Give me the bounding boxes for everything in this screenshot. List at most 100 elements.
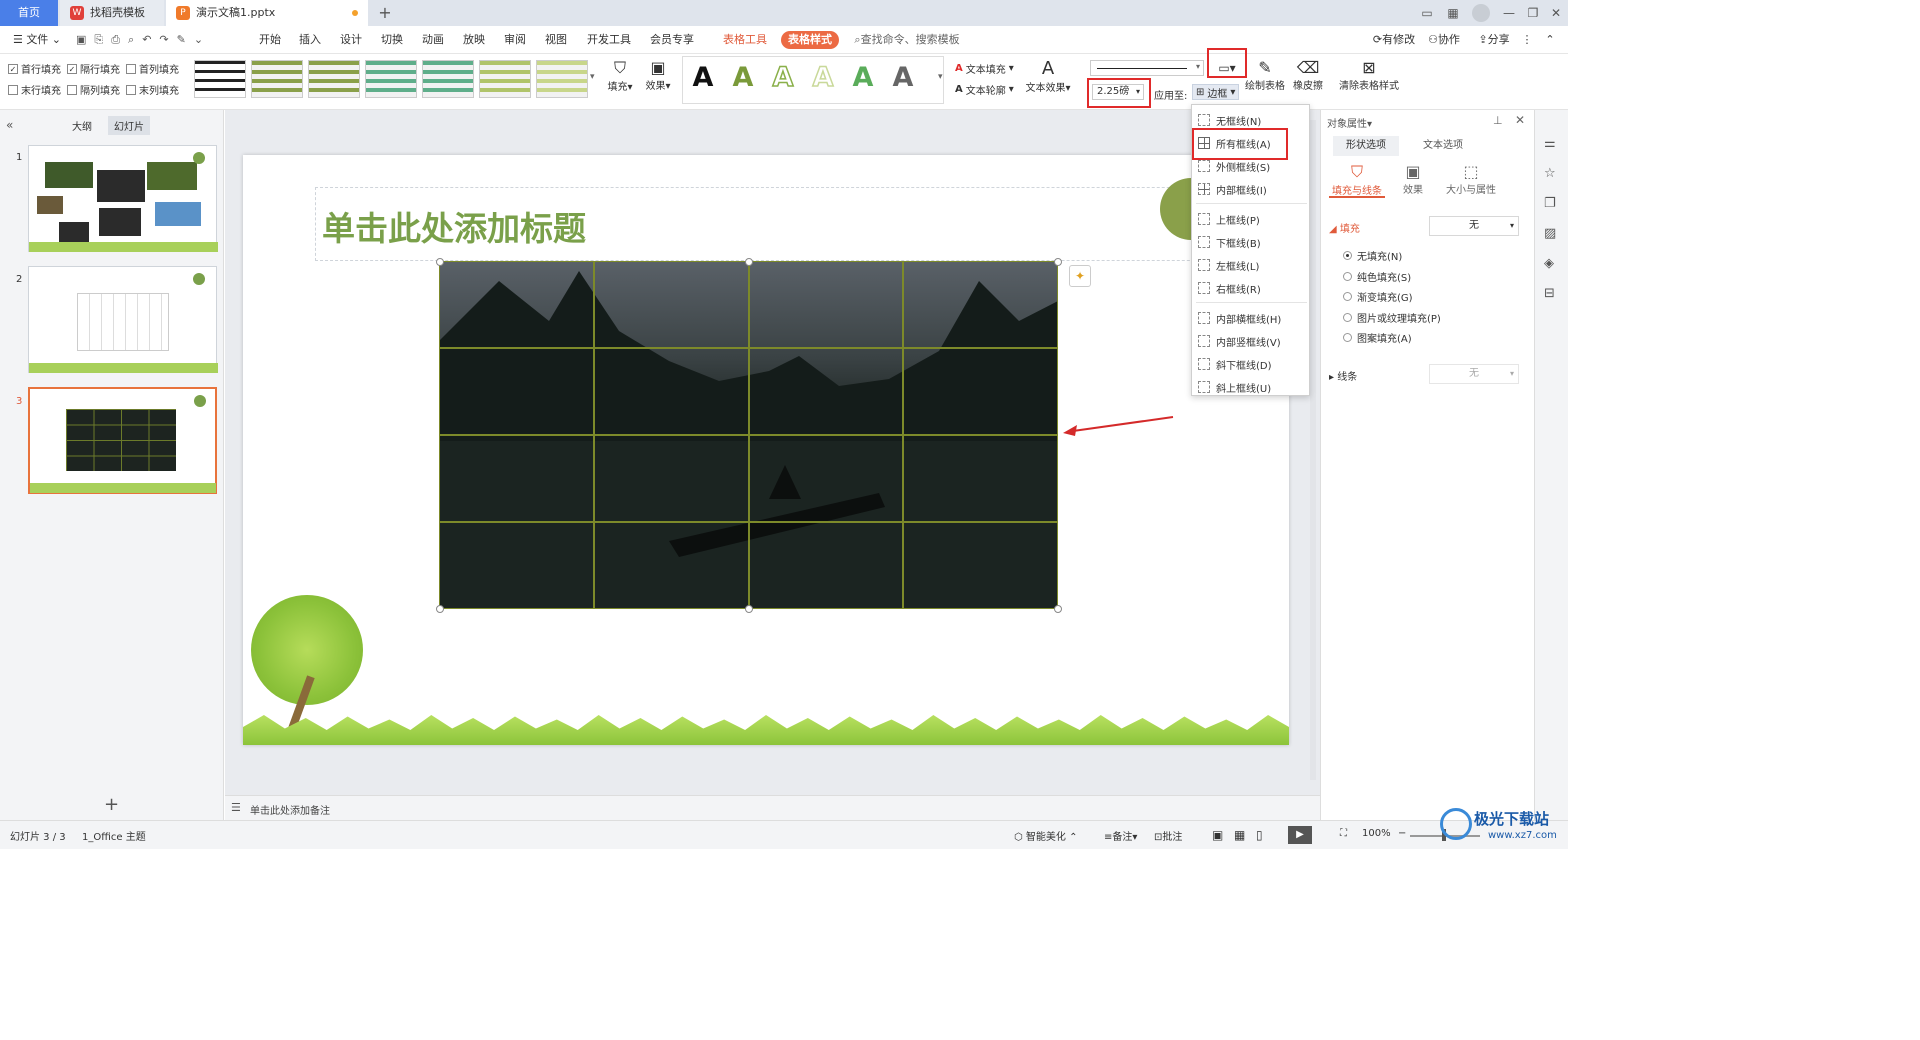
lightbulb-icon[interactable]: ✦ bbox=[1069, 265, 1091, 287]
slide-thumbnail-3[interactable] bbox=[28, 387, 217, 494]
redo-icon[interactable]: ↷ bbox=[159, 33, 168, 47]
star-icon[interactable]: ☆ bbox=[1544, 166, 1556, 181]
table-style-swatch[interactable] bbox=[536, 60, 588, 98]
modified-button[interactable]: ⟳有修改 bbox=[1366, 26, 1422, 54]
table-cell[interactable] bbox=[593, 261, 749, 348]
menu-start[interactable]: 开始 bbox=[252, 26, 288, 54]
add-slide-icon[interactable]: + bbox=[104, 794, 119, 815]
resize-handle[interactable] bbox=[745, 258, 753, 266]
effect-button[interactable]: ▣ 效果▾ bbox=[644, 58, 672, 92]
text-effect-button[interactable]: A 文本效果▾ bbox=[1024, 58, 1072, 94]
restore-icon[interactable]: ❐ bbox=[1524, 4, 1542, 22]
table-style-swatch[interactable] bbox=[479, 60, 531, 98]
table-cell[interactable] bbox=[748, 435, 904, 522]
panel-header[interactable]: 对象属性▾ bbox=[1327, 115, 1372, 130]
tab-document[interactable]: P 演示文稿1.pptx bbox=[166, 0, 368, 26]
checkbox-total-row[interactable]: 末行填充 bbox=[8, 82, 61, 97]
preview-icon[interactable]: ⌕ bbox=[128, 33, 134, 47]
book-icon[interactable]: ⊟ bbox=[1544, 286, 1555, 301]
wordart-style[interactable]: A bbox=[806, 60, 840, 96]
table-cell[interactable] bbox=[439, 522, 594, 609]
layout-icon[interactable]: ▭ bbox=[1418, 4, 1436, 22]
normal-view-icon[interactable]: ▣ bbox=[1212, 828, 1223, 842]
collab-button[interactable]: ⚇协作 bbox=[1424, 26, 1464, 54]
border-menu-item[interactable]: 内部竖框线(V) bbox=[1198, 330, 1306, 352]
border-menu-item[interactable]: 斜上框线(U) bbox=[1198, 376, 1306, 398]
table-cell[interactable] bbox=[593, 522, 749, 609]
table-cell[interactable] bbox=[903, 348, 1058, 435]
new-tab-icon[interactable]: + bbox=[376, 4, 394, 22]
pen-style-select[interactable]: ▾ bbox=[1090, 60, 1204, 76]
collapse-ribbon-icon[interactable]: ⌃ bbox=[1542, 26, 1558, 54]
table-style-swatch[interactable] bbox=[194, 60, 246, 98]
table-cell[interactable] bbox=[748, 261, 904, 348]
resize-handle[interactable] bbox=[436, 605, 444, 613]
location-icon[interactable]: ◈ bbox=[1544, 256, 1554, 271]
checkbox-first-column[interactable]: 首列填充 bbox=[126, 61, 179, 76]
resize-handle[interactable] bbox=[436, 258, 444, 266]
gallery-more-icon[interactable]: ▾ bbox=[590, 72, 595, 82]
fit-window-icon[interactable]: ⛶ bbox=[1340, 828, 1347, 839]
resize-handle[interactable] bbox=[745, 605, 753, 613]
wordart-style[interactable]: A bbox=[686, 60, 720, 96]
draw-table-button[interactable]: ✎ 绘制表格 bbox=[1244, 58, 1286, 92]
wordart-style[interactable]: A bbox=[766, 60, 800, 96]
border-menu-item[interactable]: 上框线(P) bbox=[1198, 208, 1306, 230]
border-menu-item[interactable]: 斜下框线(D) bbox=[1198, 353, 1306, 375]
fill-button[interactable]: ⛉ 填充▾ bbox=[606, 58, 634, 93]
fill-option-radio[interactable]: 图片或纹理填充(P) bbox=[1343, 310, 1441, 325]
table-cell[interactable] bbox=[593, 348, 749, 435]
border-menu-item[interactable]: 内部横框线(H) bbox=[1198, 307, 1306, 329]
zoom-out-icon[interactable]: − bbox=[1398, 828, 1406, 839]
subtab-fill-line[interactable]: ⛉ 填充与线条 bbox=[1329, 162, 1385, 197]
image-icon[interactable]: ▨ bbox=[1544, 226, 1556, 241]
smart-beautify-button[interactable]: ⬡ 智能美化 ⌃ bbox=[1014, 828, 1077, 843]
menu-review[interactable]: 审阅 bbox=[497, 26, 533, 54]
file-menu[interactable]: ☰ 文件 ⌄ bbox=[10, 26, 64, 54]
wordart-style[interactable]: A bbox=[726, 60, 760, 96]
title-placeholder[interactable]: 单击此处添加标题 bbox=[315, 187, 1285, 261]
comments-button[interactable]: ⊡批注 bbox=[1154, 828, 1182, 843]
eraser-button[interactable]: ⌫ 橡皮擦 bbox=[1290, 58, 1326, 92]
notes-bar[interactable]: ☰ 单击此处添加备注 bbox=[225, 795, 1320, 820]
border-menu-item[interactable]: 下框线(B) bbox=[1198, 231, 1306, 253]
sorter-view-icon[interactable]: ▦ bbox=[1234, 828, 1245, 842]
play-icon[interactable]: ▶ bbox=[1288, 826, 1312, 844]
resize-handle[interactable] bbox=[1054, 605, 1062, 613]
save-icon[interactable]: ▣ bbox=[76, 33, 86, 47]
undo-icon[interactable]: ↶ bbox=[142, 33, 151, 47]
checkbox-last-column[interactable]: 末列填充 bbox=[126, 82, 179, 97]
table-cell[interactable] bbox=[748, 522, 904, 609]
menu-design[interactable]: 设计 bbox=[333, 26, 369, 54]
subtab-size[interactable]: ⬚ 大小与属性 bbox=[1441, 162, 1501, 196]
fill-option-radio[interactable]: 纯色填充(S) bbox=[1343, 269, 1411, 284]
table-cell[interactable] bbox=[748, 348, 904, 435]
table-style-swatch[interactable] bbox=[422, 60, 474, 98]
line-section-header[interactable]: ▸ 线条 bbox=[1329, 368, 1357, 383]
table-cell[interactable] bbox=[439, 261, 594, 348]
apps-grid-icon[interactable]: ▦ bbox=[1444, 4, 1462, 22]
copy-icon[interactable]: ❐ bbox=[1544, 196, 1556, 211]
export-icon[interactable]: ⎘ bbox=[94, 33, 103, 47]
menu-table-style[interactable]: 表格样式 bbox=[781, 31, 839, 49]
table-style-swatch[interactable] bbox=[251, 60, 303, 98]
slide-thumbnail-1[interactable] bbox=[28, 145, 218, 252]
table-cell[interactable] bbox=[903, 522, 1058, 609]
reading-view-icon[interactable]: ▯ bbox=[1256, 828, 1263, 842]
fill-option-radio[interactable]: 渐变填充(G) bbox=[1343, 289, 1413, 304]
checkbox-banded-columns[interactable]: 隔列填充 bbox=[67, 82, 120, 97]
menu-developer[interactable]: 开发工具 bbox=[582, 26, 636, 54]
pin-icon[interactable]: ⊥ bbox=[1493, 114, 1503, 127]
fill-option-radio[interactable]: 无填充(N) bbox=[1343, 248, 1402, 263]
tab-home[interactable]: 首页 bbox=[0, 0, 58, 26]
tab-shape-options[interactable]: 形状选项 bbox=[1333, 136, 1399, 156]
menu-insert[interactable]: 插入 bbox=[292, 26, 328, 54]
table-cell[interactable] bbox=[903, 261, 1058, 348]
table-style-swatch[interactable] bbox=[308, 60, 360, 98]
avatar[interactable] bbox=[1472, 4, 1490, 22]
border-menu-item[interactable]: 右框线(R) bbox=[1198, 277, 1306, 299]
menu-view[interactable]: 视图 bbox=[538, 26, 574, 54]
wordart-more-icon[interactable]: ▾ bbox=[938, 72, 943, 82]
properties-icon[interactable]: ⚌ bbox=[1544, 136, 1556, 151]
table-cell[interactable] bbox=[439, 435, 594, 522]
